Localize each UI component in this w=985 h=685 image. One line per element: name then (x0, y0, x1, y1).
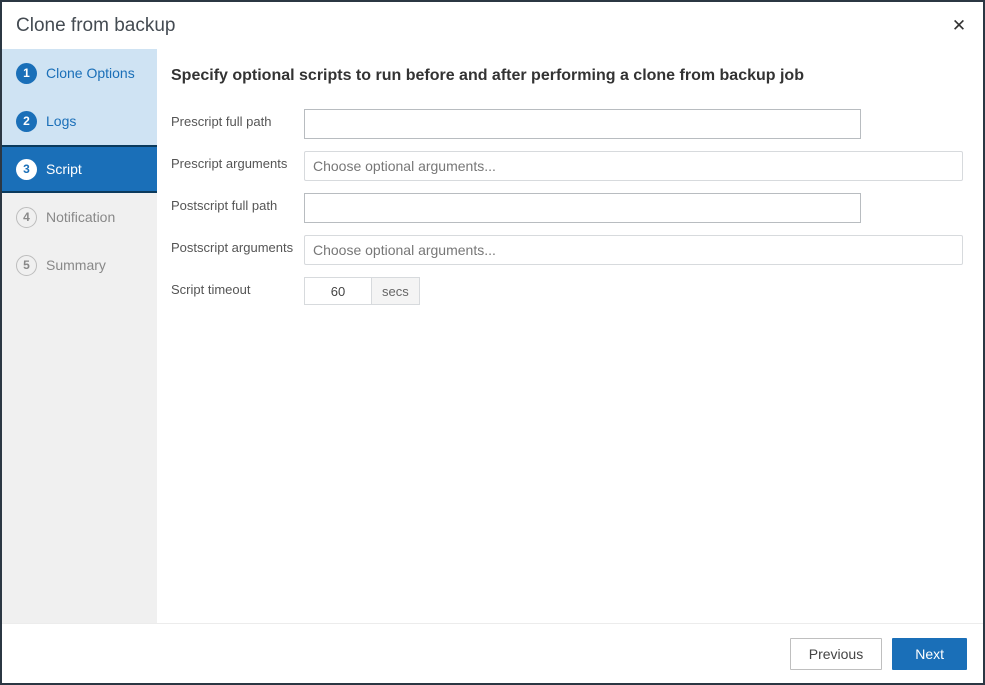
prescript-args-label: Prescript arguments (171, 151, 304, 172)
prescript-path-input[interactable] (304, 109, 861, 139)
previous-button[interactable]: Previous (790, 638, 882, 670)
script-timeout-row: Script timeout secs (171, 277, 963, 305)
prescript-path-label: Prescript full path (171, 109, 304, 130)
step-number-badge: 4 (16, 207, 37, 228)
timeout-unit-label: secs (372, 277, 420, 305)
wizard-sidebar: 1 Clone Options 2 Logs 3 Script 4 Notifi… (2, 49, 157, 623)
panel-heading: Specify optional scripts to run before a… (171, 67, 963, 85)
sidebar-item-script[interactable]: 3 Script (2, 145, 157, 193)
dialog-title: Clone from backup (16, 15, 175, 37)
dialog-header: Clone from backup ✕ (2, 2, 983, 49)
script-timeout-input[interactable] (304, 277, 372, 305)
step-number-badge: 1 (16, 63, 37, 84)
prescript-args-placeholder: Choose optional arguments... (313, 158, 496, 174)
postscript-args-row: Postscript arguments Choose optional arg… (171, 235, 963, 265)
sidebar-item-label: Summary (46, 257, 106, 273)
main-panel: Specify optional scripts to run before a… (157, 49, 983, 623)
close-icon[interactable]: ✕ (949, 17, 969, 34)
step-number-badge: 2 (16, 111, 37, 132)
prescript-args-select[interactable]: Choose optional arguments... (304, 151, 963, 181)
sidebar-item-summary[interactable]: 5 Summary (2, 241, 157, 289)
dialog-footer: Previous Next (2, 623, 983, 683)
prescript-args-row: Prescript arguments Choose optional argu… (171, 151, 963, 181)
postscript-args-label: Postscript arguments (171, 235, 304, 256)
postscript-args-placeholder: Choose optional arguments... (313, 242, 496, 258)
sidebar-item-label: Notification (46, 209, 115, 225)
sidebar-item-label: Clone Options (46, 65, 135, 81)
sidebar-item-label: Script (46, 161, 82, 177)
postscript-path-row: Postscript full path (171, 193, 963, 223)
sidebar-item-notification[interactable]: 4 Notification (2, 193, 157, 241)
postscript-path-input[interactable] (304, 193, 861, 223)
clone-from-backup-dialog: Clone from backup ✕ 1 Clone Options 2 Lo… (0, 0, 985, 685)
dialog-body: 1 Clone Options 2 Logs 3 Script 4 Notifi… (2, 49, 983, 623)
sidebar-item-label: Logs (46, 113, 76, 129)
sidebar-item-logs[interactable]: 2 Logs (2, 97, 157, 145)
step-number-badge: 3 (16, 159, 37, 180)
script-timeout-label: Script timeout (171, 277, 304, 298)
next-button[interactable]: Next (892, 638, 967, 670)
step-number-badge: 5 (16, 255, 37, 276)
postscript-args-select[interactable]: Choose optional arguments... (304, 235, 963, 265)
postscript-path-label: Postscript full path (171, 193, 304, 214)
timeout-input-group: secs (304, 277, 420, 305)
sidebar-item-clone-options[interactable]: 1 Clone Options (2, 49, 157, 97)
prescript-path-row: Prescript full path (171, 109, 963, 139)
